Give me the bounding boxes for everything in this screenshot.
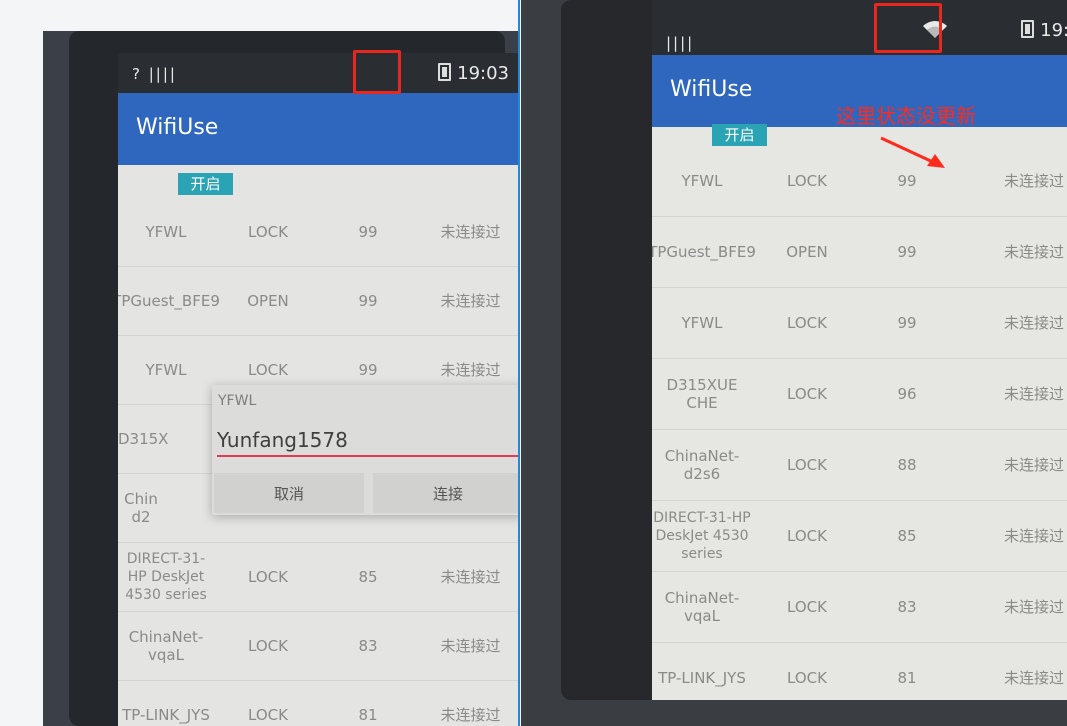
open-button[interactable]: 开启 <box>178 173 233 195</box>
status-clock: 19:03 <box>438 63 509 84</box>
password-dialog: YFWL 取消 连接 <box>212 385 518 515</box>
signal: 83 <box>897 598 917 616</box>
ssid: YFWL <box>681 314 723 332</box>
state: 未连接过 <box>1003 598 1064 616</box>
state: 未连接过 <box>440 292 501 310</box>
ssid: Chin d2 <box>124 490 158 526</box>
security: OPEN <box>786 243 828 261</box>
state: 未连接过 <box>440 637 501 655</box>
app-title: WifiUse <box>136 115 219 140</box>
annotation-text: 这里状态没更新 <box>836 104 976 128</box>
security: LOCK <box>248 568 288 586</box>
security: LOCK <box>248 223 288 241</box>
connect-button[interactable]: 连接 <box>373 473 518 513</box>
ssid: ChinaNet-vqaL <box>664 589 740 625</box>
ssid: YFWL <box>145 223 187 241</box>
wifi-row[interactable]: YFWL LOCK 99 未连接过 <box>652 288 1067 359</box>
ssid: TPGuest_BFE9 <box>652 243 756 261</box>
left-screenshot: ? |||| 19:03 WifiUse 开启 YFWL LOCK 99 未连接过 T… <box>43 31 518 726</box>
security: OPEN <box>247 292 289 310</box>
arrow-icon <box>880 136 945 168</box>
status-bar: ? |||| 19:03 <box>118 53 518 93</box>
status-bar: |||| 19:03 <box>652 0 1067 55</box>
cancel-button[interactable]: 取消 <box>214 473 364 513</box>
state: 未连接过 <box>1003 527 1064 545</box>
state: 未连接过 <box>1003 314 1064 332</box>
wifi-row[interactable]: YFWL LOCK 99 未连接过 <box>652 146 1067 217</box>
state: 未连接过 <box>1003 172 1064 190</box>
ssid: YFWL <box>681 172 723 190</box>
signal-icons: ? |||| <box>132 65 177 83</box>
ssid: DIRECT-31-HP DeskJet 4530 series <box>653 510 751 562</box>
signal-icons: |||| <box>666 34 695 52</box>
wifi-row[interactable]: D315XUE CHE LOCK 96 未连接过 <box>652 359 1067 430</box>
battery-icon <box>1021 20 1035 38</box>
wifi-row[interactable]: DIRECT-31-HP DeskJet 4530 series LOCK 85 未连… <box>118 543 518 612</box>
wifi-row[interactable]: TP-LINK_JYS LOCK 81 未连接过 <box>118 681 518 726</box>
security: LOCK <box>248 706 288 724</box>
ssid: DIRECT-31-HP DeskJet 4530 series <box>125 551 207 603</box>
highlight-box <box>874 3 942 53</box>
state: 未连接过 <box>1003 456 1064 474</box>
status-clock: 19:03 <box>1021 20 1067 41</box>
wifi-row[interactable]: DIRECT-31-HP DeskJet 4530 series LOCK 85 未连… <box>652 501 1067 572</box>
signal: 81 <box>897 669 917 687</box>
state: 未连接过 <box>440 223 501 241</box>
wifi-row[interactable]: ChinaNet-d2s6 LOCK 88 未连接过 <box>652 430 1067 501</box>
security: LOCK <box>787 527 827 545</box>
state: 未连接过 <box>1003 385 1064 403</box>
ssid: TP-LINK_JYS <box>658 669 746 687</box>
highlight-box <box>353 50 401 94</box>
ssid: TPGuest_BFE9 <box>118 292 220 310</box>
password-input[interactable] <box>217 425 518 457</box>
signal: 85 <box>897 527 917 545</box>
app-bar: WifiUse <box>118 93 518 165</box>
signal: 99 <box>358 223 378 241</box>
signal: 85 <box>358 568 378 586</box>
wifi-list: YFWL LOCK 99 未连接过 TPGuest_BFE9 OPEN 99 未连接过 YF… <box>652 146 1067 700</box>
ssid: ChinaNet-vqaL <box>128 628 204 664</box>
security: LOCK <box>787 385 827 403</box>
security: LOCK <box>787 598 827 616</box>
app-title: WifiUse <box>670 77 753 102</box>
security: LOCK <box>787 456 827 474</box>
battery-icon <box>438 63 452 81</box>
wifi-row[interactable]: TP-LINK_JYS LOCK 81 未连接过 <box>652 643 1067 700</box>
phone-screen: ? |||| 19:03 WifiUse 开启 YFWL LOCK 99 未连接过 T… <box>118 53 518 726</box>
ssid: D315XUE CHE <box>666 376 738 412</box>
signal: 88 <box>897 456 917 474</box>
wifi-row[interactable]: ChinaNet-vqaL LOCK 83 未连接过 <box>652 572 1067 643</box>
state: 未连接过 <box>440 568 501 586</box>
divider <box>518 0 520 726</box>
open-button[interactable]: 开启 <box>712 124 767 146</box>
signal: 99 <box>358 292 378 310</box>
phone-body: ? |||| 19:03 WifiUse 开启 YFWL LOCK 99 未连接过 T… <box>69 31 518 726</box>
state: 未连接过 <box>440 706 501 724</box>
wifi-row[interactable]: TPGuest_BFE9 OPEN 99 未连接过 <box>652 217 1067 288</box>
ssid: ChinaNet-d2s6 <box>664 447 740 483</box>
security: LOCK <box>787 172 827 190</box>
wifi-row[interactable]: YFWL LOCK 99 未连接过 <box>118 198 518 267</box>
ssid: YFWL <box>145 361 187 379</box>
security: LOCK <box>248 637 288 655</box>
security: LOCK <box>787 669 827 687</box>
signal: 83 <box>358 637 378 655</box>
wifi-row[interactable]: TPGuest_BFE9 OPEN 99 未连接过 <box>118 267 518 336</box>
right-screenshot: |||| 19:03 WifiUse 开启 YFWL LOCK 99 未连接过 TPG… <box>521 0 1067 726</box>
security: LOCK <box>787 314 827 332</box>
wifi-row[interactable]: ChinaNet-vqaL LOCK 83 未连接过 <box>118 612 518 681</box>
signal: 96 <box>897 385 917 403</box>
signal: 99 <box>897 243 917 261</box>
dialog-title: YFWL <box>218 393 257 409</box>
state: 未连接过 <box>1003 669 1064 687</box>
ssid: D315X <box>118 430 169 448</box>
ssid: TP-LINK_JYS <box>122 706 210 724</box>
state: 未连接过 <box>1003 243 1064 261</box>
signal: 81 <box>358 706 378 724</box>
signal: 99 <box>897 314 917 332</box>
